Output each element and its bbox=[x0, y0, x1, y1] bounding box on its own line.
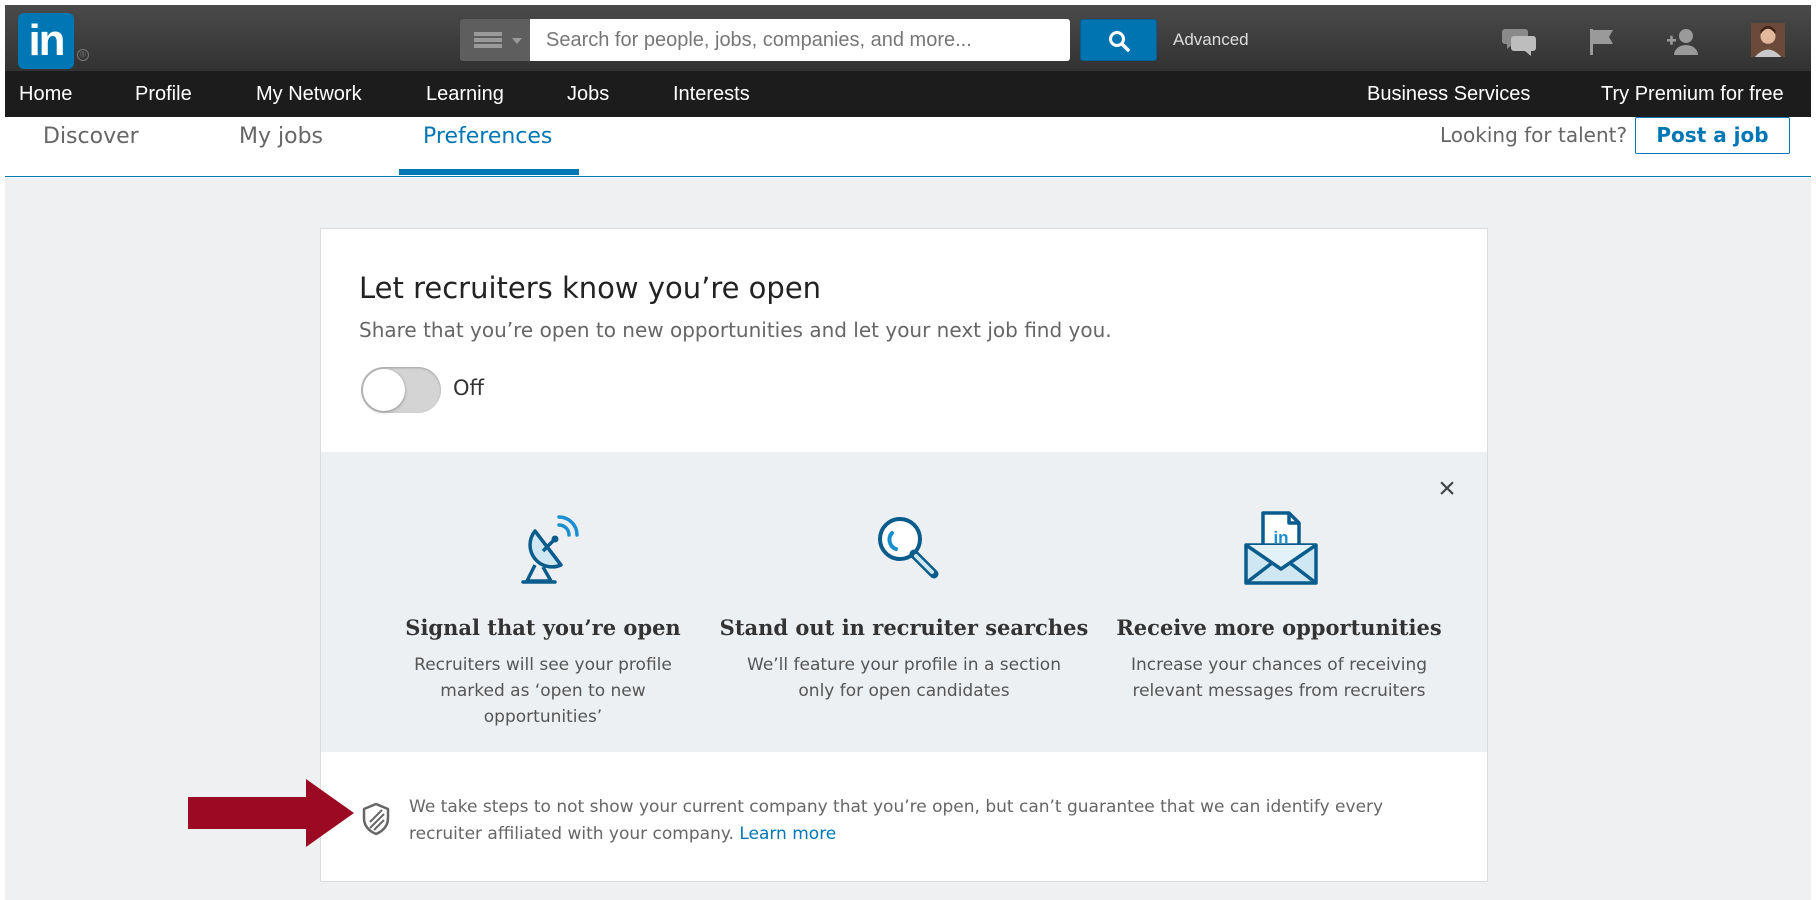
open-to-opportunities-toggle[interactable] bbox=[361, 367, 441, 413]
caret-down-icon bbox=[512, 38, 522, 44]
card-subtitle: Share that you’re open to new opportunit… bbox=[359, 318, 1112, 342]
feature-description: Recruiters will see your profile marked … bbox=[414, 655, 672, 727]
main-nav: Home Profile My Network Learning Jobs In… bbox=[5, 71, 1811, 117]
feature-title: Signal that you’re open bbox=[405, 615, 681, 640]
notice-text: We take steps to not show your current c… bbox=[409, 794, 1409, 848]
feature-stand-out: Stand out in recruiter searches We’ll fe… bbox=[714, 452, 1094, 752]
nav-business-services[interactable]: Business Services bbox=[1367, 71, 1530, 117]
feature-description: We’ll feature your profile in a section … bbox=[747, 655, 1061, 701]
nav-jobs[interactable]: Jobs bbox=[567, 71, 609, 117]
nav-try-premium[interactable]: Try Premium for free bbox=[1601, 71, 1784, 117]
feature-title: Receive more opportunities bbox=[1116, 615, 1442, 640]
jobs-subnav: Discover My jobs Preferences Looking for… bbox=[5, 117, 1811, 177]
envelope-document-icon: in bbox=[1244, 511, 1318, 585]
open-candidates-card: Let recruiters know you’re open Share th… bbox=[320, 228, 1488, 882]
tab-preferences[interactable]: Preferences bbox=[423, 117, 552, 175]
satellite-dish-icon bbox=[521, 515, 579, 584]
feature-title: Stand out in recruiter searches bbox=[719, 615, 1089, 640]
post-a-job-button[interactable]: Post a job bbox=[1635, 117, 1790, 154]
learn-more-link[interactable]: Learn more bbox=[739, 824, 836, 844]
annotation-arrow-icon bbox=[188, 779, 354, 847]
search-button[interactable] bbox=[1080, 19, 1157, 61]
tab-my-jobs[interactable]: My jobs bbox=[239, 117, 323, 175]
top-bar: in ® Advanced bbox=[5, 5, 1811, 71]
notice-message: We take steps to not show your current c… bbox=[409, 797, 1384, 844]
nav-profile[interactable]: Profile bbox=[135, 71, 192, 117]
search-input[interactable] bbox=[530, 19, 1070, 61]
hamburger-icon bbox=[474, 32, 502, 48]
avatar[interactable] bbox=[1750, 23, 1786, 57]
search-icon bbox=[1109, 31, 1130, 52]
search-category-dropdown[interactable] bbox=[460, 19, 530, 61]
in-badge: in bbox=[1273, 528, 1288, 547]
shield-icon bbox=[362, 802, 390, 836]
privacy-notice: We take steps to not show your current c… bbox=[321, 752, 1487, 882]
advanced-search-link[interactable]: Advanced bbox=[1173, 19, 1249, 61]
nav-interests[interactable]: Interests bbox=[673, 71, 750, 117]
tab-discover[interactable]: Discover bbox=[43, 117, 139, 175]
active-tab-indicator bbox=[399, 169, 579, 175]
registered-mark: ® bbox=[77, 49, 89, 61]
flag-icon[interactable] bbox=[1584, 25, 1620, 59]
add-connection-icon[interactable] bbox=[1665, 25, 1701, 59]
feature-opportunities: in Receive more opportunities Increase y… bbox=[1089, 452, 1469, 752]
magnifier-icon bbox=[878, 517, 939, 579]
nav-learning[interactable]: Learning bbox=[426, 71, 504, 117]
toggle-state-label: Off bbox=[453, 376, 484, 400]
nav-home[interactable]: Home bbox=[19, 71, 72, 117]
nav-my-network[interactable]: My Network bbox=[256, 71, 362, 117]
looking-for-talent-text: Looking for talent? bbox=[1440, 123, 1628, 147]
feature-signal: Signal that you’re open Recruiters will … bbox=[353, 452, 733, 752]
features-panel: × Signal that you’re open Recruiters wil… bbox=[321, 452, 1487, 752]
linkedin-logo[interactable]: in bbox=[18, 13, 74, 69]
messages-icon[interactable] bbox=[1502, 25, 1538, 59]
feature-description: Increase your chances of receiving relev… bbox=[1130, 655, 1428, 701]
toggle-knob bbox=[363, 369, 405, 411]
card-title: Let recruiters know you’re open bbox=[359, 271, 822, 305]
